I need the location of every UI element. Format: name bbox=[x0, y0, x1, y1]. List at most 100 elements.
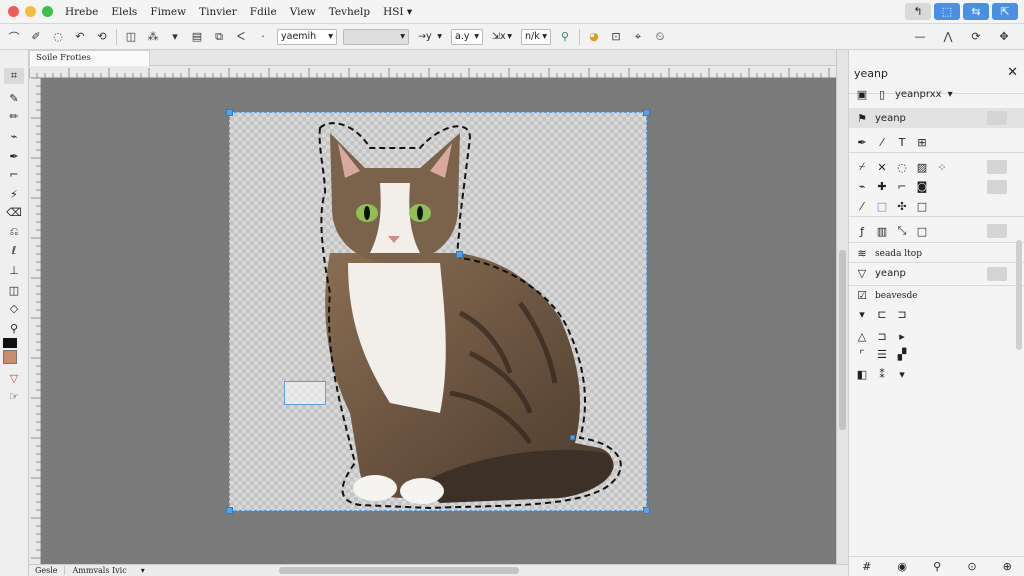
tree-icon[interactable]: ⋀ bbox=[940, 28, 956, 44]
fill-tool-icon[interactable]: ◫ bbox=[4, 282, 24, 298]
layer-select-row[interactable]: ▣ ▯ yeanprxx ▾ bbox=[849, 88, 1024, 101]
vertical-scrollbar[interactable] bbox=[836, 50, 848, 564]
fit-icon[interactable]: ✥ bbox=[996, 28, 1012, 44]
panel-scrollbar[interactable] bbox=[1016, 240, 1022, 350]
document-tab[interactable]: Soile Froties bbox=[29, 50, 150, 66]
tool-row-3-swatch[interactable] bbox=[987, 180, 1007, 194]
magic-tool-icon[interactable]: ⚡ bbox=[4, 186, 24, 202]
section-row-4[interactable]: ☑ beavesde bbox=[849, 289, 1024, 302]
brush-icon[interactable]: ⁄ bbox=[875, 136, 889, 149]
status-zoom[interactable]: Gesle bbox=[29, 566, 65, 575]
swap-button[interactable]: ⇆ bbox=[963, 3, 989, 20]
back-icon[interactable]: ᐸ bbox=[233, 29, 249, 45]
section3-swatch[interactable] bbox=[987, 267, 1007, 281]
ratio-b[interactable]: a.y ▾ bbox=[451, 28, 483, 45]
tool-row-5-swatch[interactable] bbox=[987, 224, 1007, 238]
lasso-tool-icon[interactable]: ⌁ bbox=[4, 128, 24, 144]
lasso-icon[interactable]: ◌ bbox=[895, 161, 909, 174]
pencil-tool-icon[interactable]: ✏ bbox=[4, 108, 24, 124]
checker-icon[interactable]: ▞ bbox=[895, 348, 909, 361]
square-icon[interactable]: □ bbox=[915, 200, 929, 213]
vertical-scroll-thumb[interactable] bbox=[839, 250, 846, 430]
menu-hsi[interactable]: HSI ▾ bbox=[383, 6, 412, 18]
measure-tool-icon[interactable]: ⊥ bbox=[4, 262, 24, 278]
paint-tool-icon[interactable]: ✒ bbox=[4, 148, 24, 164]
undo-button[interactable]: ↰ bbox=[905, 3, 931, 20]
menu-tevhelp[interactable]: Tevhelp bbox=[329, 6, 370, 18]
menu-tinvier[interactable]: Tinvier bbox=[199, 6, 237, 18]
hash-icon[interactable]: # bbox=[862, 560, 871, 573]
play-icon[interactable]: ▸ bbox=[895, 330, 909, 343]
clone-tool-icon[interactable]: ⎌ bbox=[4, 224, 24, 240]
bracket-icon[interactable]: ⊐ bbox=[875, 330, 889, 343]
ratio-e[interactable]: n/k ▾ bbox=[521, 28, 551, 45]
maximize-window-button[interactable] bbox=[42, 6, 53, 17]
search-icon[interactable]: ⚲ bbox=[933, 560, 941, 573]
section-row-3[interactable]: ▽ yeanp bbox=[849, 267, 1024, 281]
transform-icon[interactable]: ⤡ bbox=[895, 224, 909, 238]
undo-icon[interactable]: ↶ bbox=[72, 29, 88, 45]
text-icon[interactable]: T bbox=[895, 136, 909, 149]
mask-icon[interactable]: ◙ bbox=[915, 180, 929, 193]
section-row-2[interactable]: ≋ seada ltop bbox=[849, 247, 1024, 260]
tool-row-2-swatch[interactable] bbox=[987, 160, 1007, 174]
hand-tool-icon[interactable]: ☞ bbox=[4, 388, 24, 404]
reset-icon[interactable]: ⟲ bbox=[94, 29, 110, 45]
transform-handle-bottom-right[interactable] bbox=[643, 507, 650, 514]
eraser-tool-icon[interactable]: ⌫ bbox=[4, 204, 24, 220]
layers-icon[interactable]: ⧉ bbox=[211, 29, 227, 45]
horizontal-scroll-thumb[interactable] bbox=[279, 567, 519, 574]
eyedropper-icon[interactable]: ⌿ bbox=[855, 160, 869, 174]
section1-swatch[interactable] bbox=[987, 111, 1007, 125]
select-icon[interactable]: ⌐ bbox=[895, 180, 909, 193]
menu-hrebe[interactable]: Hrebe bbox=[65, 6, 98, 18]
frame-icon[interactable]: ◫ bbox=[123, 29, 139, 45]
gradient-tool-icon[interactable]: ▽ bbox=[4, 370, 24, 386]
chevron-down-icon[interactable]: ▾ bbox=[167, 29, 183, 45]
history-button[interactable]: ⬚ bbox=[934, 3, 960, 20]
eye-icon[interactable]: ◉ bbox=[897, 560, 907, 573]
chevron-down-icon[interactable]: ▾ bbox=[895, 368, 909, 381]
color-swap-icon[interactable]: ◧ bbox=[855, 368, 869, 381]
menu-view[interactable]: View bbox=[290, 6, 316, 18]
sparkle-icon[interactable]: ⁑ bbox=[875, 368, 889, 381]
eyedropper-tool-icon[interactable]: ⚲ bbox=[4, 320, 24, 336]
add-icon[interactable]: ⊕ bbox=[1003, 560, 1012, 573]
menu-fimew[interactable]: Fimew bbox=[150, 6, 186, 18]
minimize-window-button[interactable] bbox=[25, 6, 36, 17]
canvas-area[interactable] bbox=[41, 78, 836, 564]
ratio-c[interactable]: ⇲x ▾ bbox=[489, 29, 515, 45]
grid-icon[interactable]: ⁘ bbox=[935, 161, 949, 174]
lasso-icon[interactable]: ◌ bbox=[50, 29, 66, 45]
stamp-icon[interactable]: ⊐ bbox=[895, 308, 909, 321]
close-icon[interactable]: ✕ bbox=[1007, 65, 1018, 80]
status-info[interactable]: Ammvals Ivic ▾ bbox=[65, 566, 153, 575]
foreground-color-swatch[interactable] bbox=[3, 338, 17, 348]
transform-handle-top-left[interactable] bbox=[226, 109, 233, 116]
background-color-swatch[interactable] bbox=[3, 350, 17, 364]
rectangle-select-icon[interactable]: □ bbox=[875, 200, 889, 213]
close-window-button[interactable] bbox=[8, 6, 19, 17]
warning-icon[interactable]: △ bbox=[855, 330, 869, 343]
anchor-handle[interactable] bbox=[456, 251, 463, 258]
floating-selection-box[interactable] bbox=[284, 381, 326, 405]
shape-tool-icon[interactable]: ◇ bbox=[4, 300, 24, 316]
transform-handle-top-right[interactable] bbox=[643, 109, 650, 116]
hatch-icon[interactable]: ▥ bbox=[875, 225, 889, 238]
corner-icon[interactable]: ⌜ bbox=[855, 348, 869, 361]
puzzle-icon[interactable]: ✣ bbox=[895, 200, 909, 213]
square-icon[interactable]: □ bbox=[915, 225, 929, 238]
cross-icon[interactable]: ✕ bbox=[875, 161, 889, 174]
lines-icon[interactable]: ☰ bbox=[875, 348, 889, 361]
lock-icon[interactable]: ⊙ bbox=[967, 560, 976, 573]
move-tool-icon[interactable]: ⌗ bbox=[4, 68, 24, 84]
fullscreen-button[interactable]: ⇱ bbox=[992, 3, 1018, 20]
transform-handle-bottom-left[interactable] bbox=[226, 507, 233, 514]
mode-dropdown[interactable]: yaemih ▾ bbox=[277, 28, 337, 45]
brush-icon[interactable]: ✐ bbox=[28, 29, 44, 45]
link-icon[interactable]: ⊞ bbox=[915, 136, 929, 149]
folder-icon[interactable]: ⊏ bbox=[875, 308, 889, 321]
wand-icon[interactable]: ⁂ bbox=[145, 29, 161, 45]
zoom-icon[interactable]: ⚲ bbox=[557, 29, 573, 45]
anchor-handle-2[interactable] bbox=[570, 435, 575, 440]
